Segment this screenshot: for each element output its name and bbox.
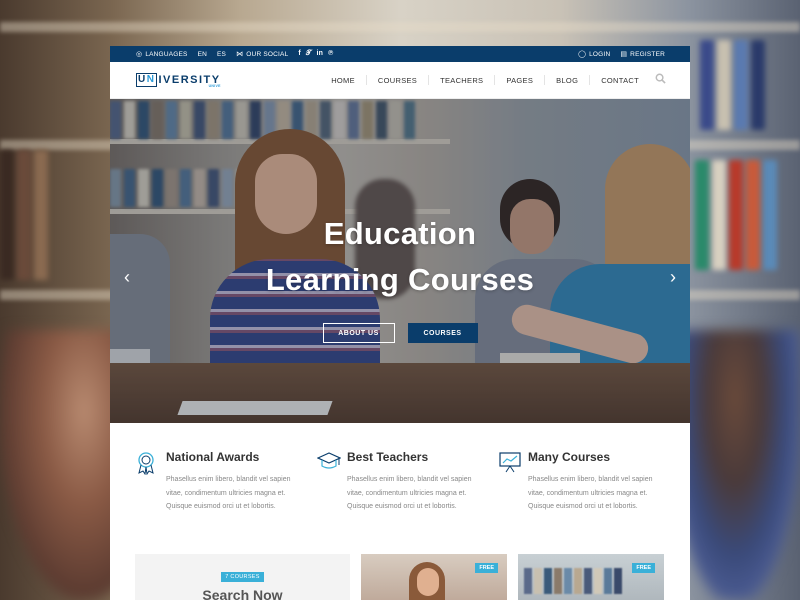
logo-tagline: UNIVE [208, 84, 221, 88]
register-link[interactable]: ▤ REGISTER [620, 51, 665, 58]
primary-nav: HOME COURSES TEACHERS PAGES BLOG CONTACT [320, 73, 666, 87]
course-card[interactable]: FREE [518, 554, 664, 600]
hero-content: Education Learning Courses ABOUT US COUR… [110, 211, 690, 343]
nav-item-home[interactable]: HOME [320, 76, 366, 85]
feature-best-teachers: Best Teachers Phasellus enim libero, bla… [317, 450, 498, 553]
social-label: OUR SOCIAL [246, 50, 289, 58]
top-bar: ◎ LANGUAGES EN ES ⋈ OUR SOCIAL f 𝓣 in ℗ … [110, 46, 690, 62]
nav-item-courses[interactable]: COURSES [367, 76, 428, 85]
courses-button[interactable]: COURSES [407, 323, 478, 343]
hero-title-line1: Education [323, 216, 477, 251]
nav-item-blog[interactable]: BLOG [545, 76, 589, 85]
logo-mark: UN [136, 73, 158, 87]
course-cards: 7 COURSES Search Now FREE FREE [135, 554, 665, 600]
slider-prev-arrow-icon[interactable]: ‹ [124, 267, 130, 288]
twitter-icon[interactable]: 𝓣 [306, 50, 312, 58]
about-us-button[interactable]: ABOUT US [322, 323, 395, 343]
linkedin-icon[interactable]: in [316, 50, 323, 58]
feature-text: Phasellus enim libero, blandit vel sapie… [347, 476, 472, 510]
facebook-icon[interactable]: f [298, 50, 301, 58]
courses-count-badge: 7 COURSES [221, 572, 264, 582]
features-section: National Awards Phasellus enim libero, b… [110, 423, 690, 553]
user-icon: ◯ [578, 50, 587, 58]
globe-icon: ◎ [136, 50, 143, 58]
share-icon: ⋈ [236, 50, 244, 58]
lock-icon: ▤ [620, 50, 628, 58]
login-label: LOGIN [589, 50, 611, 58]
hero-title-line2: Learning Courses [265, 262, 535, 297]
social-icons: f 𝓣 in ℗ [298, 50, 333, 58]
graduation-cap-icon [317, 450, 347, 553]
free-badge: FREE [632, 563, 655, 573]
pinterest-icon[interactable]: ℗ [328, 50, 333, 58]
languages-menu[interactable]: ◎ LANGUAGES [136, 51, 188, 58]
slider-next-arrow-icon[interactable]: › [670, 267, 676, 288]
nav-item-contact[interactable]: CONTACT [590, 76, 650, 85]
main-navbar: UN IVERSITY UNIVE HOME COURSES TEACHERS … [110, 62, 690, 99]
feature-title: Best Teachers [347, 450, 429, 464]
feature-title: Many Courses [528, 450, 611, 464]
feature-text: Phasellus enim libero, blandit vel sapie… [528, 476, 653, 510]
feature-many-courses: Many Courses Phasellus enim libero, blan… [498, 450, 679, 553]
search-icon[interactable] [655, 73, 666, 87]
free-badge: FREE [475, 563, 498, 573]
search-now-title: Search Now [202, 587, 283, 600]
feature-text: Phasellus enim libero, blandit vel sapie… [166, 476, 291, 510]
login-link[interactable]: ◯ LOGIN [578, 51, 610, 58]
site-logo[interactable]: UN IVERSITY UNIVE [136, 73, 221, 88]
language-es-link[interactable]: ES [217, 51, 226, 58]
award-icon [136, 450, 166, 553]
hero-slider: Education Learning Courses ABOUT US COUR… [110, 99, 690, 423]
feature-title: National Awards [166, 450, 260, 464]
nav-item-pages[interactable]: PAGES [495, 76, 544, 85]
presentation-board-icon [498, 450, 528, 553]
social-menu[interactable]: ⋈ OUR SOCIAL [236, 51, 288, 58]
course-card[interactable]: FREE [361, 554, 507, 600]
nav-item-teachers[interactable]: TEACHERS [429, 76, 494, 85]
search-courses-card[interactable]: 7 COURSES Search Now [135, 554, 350, 600]
website-frame: ◎ LANGUAGES EN ES ⋈ OUR SOCIAL f 𝓣 in ℗ … [110, 46, 690, 600]
languages-label: LANGUAGES [145, 50, 188, 58]
register-label: REGISTER [630, 50, 665, 58]
feature-national-awards: National Awards Phasellus enim libero, b… [136, 450, 317, 553]
language-en-link[interactable]: EN [198, 51, 207, 58]
